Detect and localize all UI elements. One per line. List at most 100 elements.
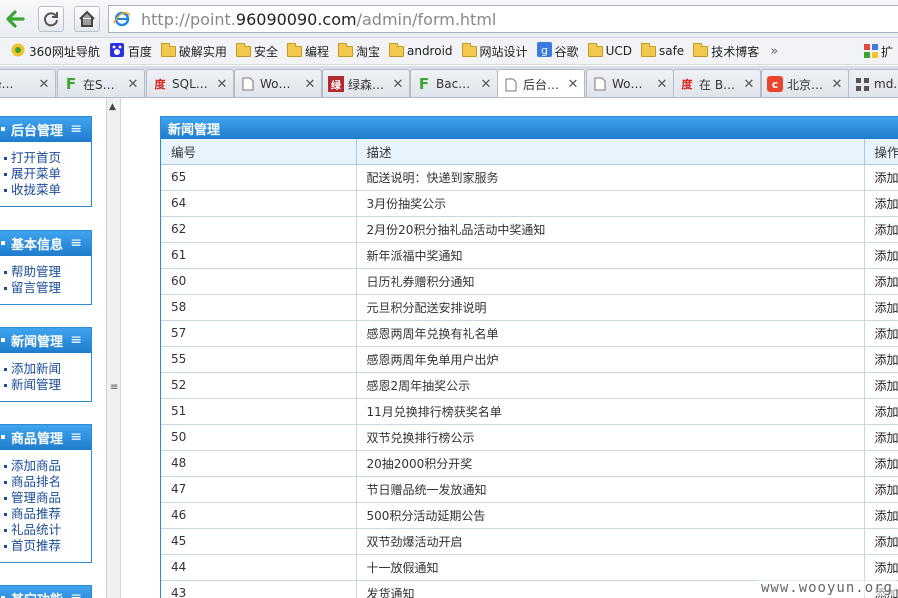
menu-item-news-manage[interactable]: 新闻管理: [4, 377, 91, 393]
menu-toggle-icon[interactable]: ≡: [70, 590, 82, 598]
menu-header-admin[interactable]: 后台管理 ≡: [0, 117, 91, 142]
tab-close-icon[interactable]: ✕: [126, 77, 140, 92]
bookmark-folder[interactable]: UCD: [587, 42, 632, 58]
tab-close-icon[interactable]: ✕: [215, 77, 229, 92]
address-bar[interactable]: http://point.96090090.com/admin/form.htm…: [108, 5, 898, 33]
bookmark-folder[interactable]: 安全: [235, 42, 278, 60]
bookmark-baidu[interactable]: 百度: [109, 42, 152, 61]
add-link[interactable]: 添加: [875, 275, 898, 289]
tab-beijing[interactable]: c 北京… ✕: [761, 69, 849, 97]
tab-close-icon[interactable]: ✕: [655, 77, 669, 92]
splitter-grip-icon[interactable]: ≡: [110, 382, 118, 393]
table-row: 52 感恩2周年抽奖公示 添加: [161, 372, 898, 399]
tab-close-icon[interactable]: ✕: [37, 77, 51, 92]
add-link[interactable]: 添加: [875, 171, 898, 185]
reload-button[interactable]: [38, 6, 64, 32]
folder-icon: [461, 42, 477, 57]
tab-s[interactable]: F 在S… ✕: [57, 69, 145, 97]
menu-item-manage-goods[interactable]: 管理商品: [4, 490, 91, 506]
menu-item-add-goods[interactable]: 添加商品: [4, 458, 91, 474]
bookmark-360[interactable]: 360网址导航: [10, 42, 100, 61]
tab-wo-2[interactable]: Wo… ✕: [586, 69, 674, 97]
tab-close-icon[interactable]: ✕: [830, 77, 844, 92]
cell-action: 添加: [864, 216, 898, 243]
tab-green[interactable]: 绿 绿森… ✕: [322, 69, 410, 97]
menu-header-basic-info[interactable]: 基本信息 ≡: [0, 231, 91, 256]
c-logo-icon: c: [767, 76, 783, 92]
menu-toggle-icon[interactable]: ≡: [70, 235, 82, 251]
bookmark-label: 百度: [127, 44, 152, 59]
menu-header-goods[interactable]: 商品管理 ≡: [0, 425, 91, 450]
add-link[interactable]: 添加: [875, 379, 898, 393]
bookmark-folder[interactable]: 破解实用: [160, 42, 227, 60]
bookmark-folder[interactable]: 技术博客: [693, 42, 759, 60]
tab-md[interactable]: md…: [848, 69, 898, 97]
menu-item-add-news[interactable]: 添加新闻: [4, 361, 91, 377]
add-link[interactable]: 添加: [875, 483, 898, 497]
menu-toggle-icon[interactable]: ≡: [70, 332, 82, 348]
tab-baidu-b[interactable]: 度 在 B… ✕: [673, 69, 761, 97]
tab-label: Wo…: [612, 77, 643, 91]
menu-item-open-home[interactable]: 打开首页: [4, 150, 91, 166]
add-link[interactable]: 添加: [875, 535, 898, 549]
add-link[interactable]: 添加: [875, 327, 898, 341]
bookmark-folder[interactable]: 网站设计: [461, 42, 528, 60]
tab-close-icon[interactable]: ✕: [303, 77, 317, 92]
menu-item-help-manage[interactable]: 帮助管理: [4, 264, 91, 280]
home-button[interactable]: [74, 6, 100, 32]
menu-header-news[interactable]: 新闻管理 ≡: [0, 328, 91, 353]
frame-splitter[interactable]: ▲ ≡: [106, 98, 121, 598]
bookmark-folder[interactable]: 淘宝: [337, 42, 380, 60]
menu-item-gift-stats[interactable]: 礼品统计: [4, 522, 91, 538]
cell-id: 61: [161, 242, 357, 269]
menu-item-goods-ranking[interactable]: 商品排名: [4, 474, 91, 490]
add-link[interactable]: 添加: [875, 249, 898, 263]
menu-toggle-icon[interactable]: ≡: [70, 121, 82, 137]
tab-bac[interactable]: F Bac… ✕: [410, 69, 498, 97]
add-link[interactable]: 添加: [875, 353, 898, 367]
menu-item-message-manage[interactable]: 留言管理: [4, 280, 91, 296]
tab-free[interactable]: Free… ✕: [0, 69, 56, 97]
menu-item-expand-menu[interactable]: 展开菜单: [4, 166, 91, 182]
cell-id: 65: [161, 164, 357, 191]
menu-item-home-recommend[interactable]: 首页推荐: [4, 538, 91, 554]
google-icon: g: [536, 42, 552, 60]
bookmark-google[interactable]: g 谷歌: [536, 42, 579, 60]
tab-admin-active[interactable]: 后台… ✕: [497, 69, 585, 97]
add-link[interactable]: 添加: [875, 561, 898, 575]
table-row: 47 节日赠品统一发放通知 添加: [161, 476, 898, 503]
add-link[interactable]: 添加: [875, 431, 898, 445]
add-link[interactable]: 添加: [875, 509, 898, 523]
tab-close-icon[interactable]: ✕: [391, 77, 405, 92]
add-link[interactable]: 添加: [875, 223, 898, 237]
news-table: 编号 描述 操作 65 配送说明：快递到家服务 添加 64 3月份抽奖公示 添加 62 2月份…: [161, 139, 898, 598]
cell-action: 添加: [864, 190, 898, 217]
cell-id: 62: [161, 216, 357, 243]
cell-id: 57: [161, 320, 357, 347]
back-button[interactable]: [2, 6, 28, 32]
menu-toggle-icon[interactable]: ≡: [70, 429, 82, 445]
menu-item-goods-recommend[interactable]: 商品推荐: [4, 506, 91, 522]
add-link[interactable]: 添加: [875, 457, 898, 471]
bookmarks-more-chevron[interactable]: »: [770, 44, 778, 59]
add-link[interactable]: 添加: [875, 197, 898, 211]
extensions-button[interactable]: 扩: [864, 38, 898, 64]
add-link[interactable]: 添加: [875, 301, 898, 315]
tab-close-icon[interactable]: ✕: [566, 77, 580, 92]
scroll-up-arrow-icon[interactable]: ▲: [109, 102, 116, 112]
tab-close-icon[interactable]: ✕: [479, 77, 493, 92]
tab-wo[interactable]: Wo… ✕: [234, 69, 322, 97]
cell-desc: 节日赠品统一发放通知: [356, 476, 865, 503]
menu-item-collapse-menu[interactable]: 收拢菜单: [4, 182, 91, 198]
bookmark-label: 安全: [253, 44, 278, 59]
bookmark-folder[interactable]: safe: [640, 42, 684, 58]
bookmark-folder[interactable]: android: [388, 42, 453, 58]
cell-desc: 十一放假通知: [356, 554, 865, 581]
add-link[interactable]: 添加: [875, 405, 898, 419]
tab-close-icon[interactable]: ✕: [742, 77, 756, 92]
menu-header-other[interactable]: 其它功能 ≡: [0, 586, 91, 598]
tab-sql[interactable]: 度 SQL… ✕: [146, 69, 234, 97]
bookmark-folder[interactable]: 编程: [286, 42, 329, 60]
svg-text:g: g: [541, 44, 548, 57]
cell-action: 添加: [864, 424, 898, 451]
